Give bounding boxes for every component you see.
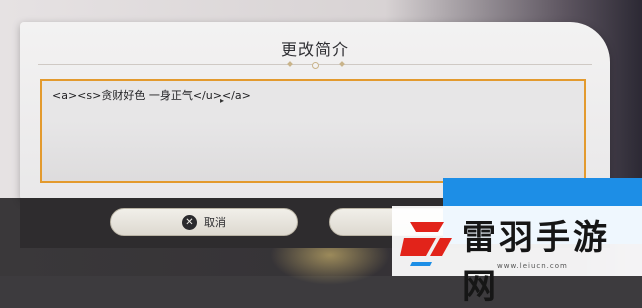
divider-ornament-right xyxy=(339,61,345,67)
close-circle-icon: ✕ xyxy=(182,214,197,230)
bio-textarea[interactable]: <a><s>贪财好色 一身正气</u></a> xyxy=(40,79,586,183)
edit-bio-dialog: 更改简介 <a><s>贪财好色 一身正气</u></a> ▸ xyxy=(20,22,610,200)
watermark-brand: 雷羽手游网 xyxy=(462,218,610,307)
divider-ornament-left xyxy=(287,61,293,67)
dialog-title: 更改简介 xyxy=(280,40,349,59)
watermark-url: www.leiucn.com xyxy=(497,262,568,270)
divider-ornament xyxy=(312,62,319,69)
textarea-shade xyxy=(42,121,584,181)
cancel-button[interactable]: ✕ 取消 xyxy=(110,208,298,236)
cancel-label: 取消 xyxy=(204,216,226,229)
leiyu-logo-icon xyxy=(400,222,452,266)
mouse-cursor-icon: ▸ xyxy=(220,96,225,105)
